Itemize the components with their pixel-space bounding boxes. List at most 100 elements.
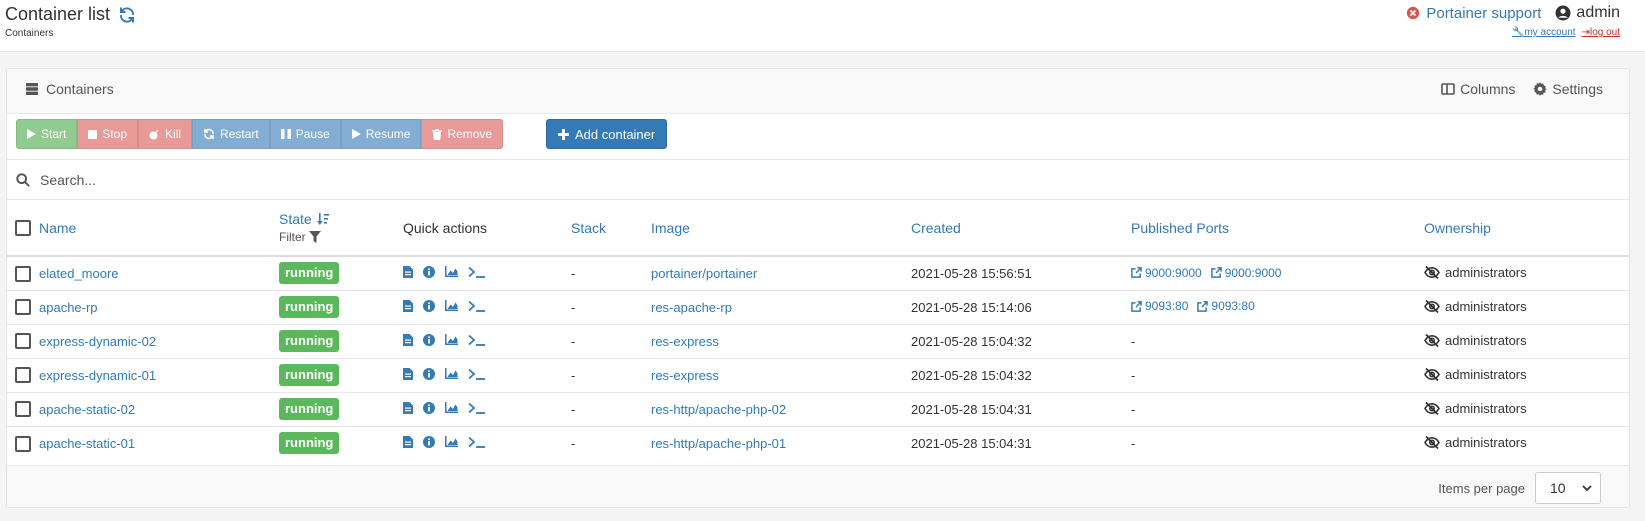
stats-icon[interactable] (445, 334, 458, 345)
refresh-icon (204, 128, 214, 140)
console-icon[interactable] (468, 334, 486, 346)
stats-icon[interactable] (445, 300, 458, 311)
container-name-link[interactable]: apache-rp (39, 300, 98, 315)
support-link[interactable]: Portainer support (1406, 5, 1541, 22)
console-icon[interactable] (468, 436, 486, 448)
action-bar: Start Stop Kill Restart Pause Resume Rem… (7, 114, 1629, 160)
info-icon[interactable] (423, 265, 435, 278)
console-icon[interactable] (468, 402, 486, 414)
published-port-link[interactable]: 9000:9000 (1210, 266, 1281, 280)
created-value: 2021-05-28 15:04:31 (911, 401, 1032, 417)
state-filter[interactable]: Filter (279, 230, 403, 244)
wrench-icon: 🔧 (1511, 27, 1525, 38)
breadcrumb: Containers (5, 28, 54, 39)
restart-button[interactable]: Restart (192, 119, 270, 149)
select-all-checkbox[interactable] (15, 220, 31, 237)
stats-icon[interactable] (445, 266, 458, 278)
resume-button[interactable]: Resume (340, 119, 422, 149)
pause-button[interactable]: Pause (269, 119, 341, 149)
columns-button[interactable]: Columns (1441, 81, 1515, 97)
published-ports-column-header[interactable]: Published Ports (1131, 220, 1229, 236)
start-label: Start (41, 127, 67, 141)
start-button[interactable]: Start (16, 119, 78, 149)
published-ports-empty: - (1131, 333, 1136, 349)
add-container-button[interactable]: Add container (546, 119, 668, 149)
published-ports-cell: - (1131, 324, 1424, 359)
username: admin (1576, 4, 1620, 21)
image-link[interactable]: res-http/apache-php-02 (651, 402, 786, 417)
row-checkbox[interactable] (15, 333, 31, 350)
row-checkbox[interactable] (15, 367, 31, 384)
stack-column-header[interactable]: Stack (571, 220, 606, 236)
logs-icon[interactable] (403, 401, 413, 414)
search-input[interactable] (40, 171, 1540, 188)
my-account-link[interactable]: 🔧my account (1512, 27, 1576, 38)
stop-button[interactable]: Stop (77, 119, 139, 149)
container-name-link[interactable]: express-dynamic-02 (39, 334, 156, 349)
eye-slash-icon (1424, 367, 1440, 381)
info-icon[interactable] (423, 435, 435, 448)
stack-value: - (571, 401, 576, 417)
container-name-link[interactable]: apache-static-02 (39, 402, 135, 417)
ownership-value: administrators (1424, 367, 1527, 382)
row-checkbox[interactable] (15, 435, 31, 452)
container-name-link[interactable]: apache-static-01 (39, 436, 135, 451)
row-checkbox[interactable] (15, 299, 31, 316)
row-checkbox[interactable] (15, 401, 31, 418)
logs-icon[interactable] (403, 367, 413, 380)
ownership-column-header[interactable]: Ownership (1424, 220, 1491, 236)
refresh-icon[interactable] (118, 6, 136, 24)
info-icon[interactable] (423, 299, 435, 312)
remove-label: Remove (447, 127, 493, 141)
stats-icon[interactable] (445, 368, 458, 379)
published-port-link[interactable]: 9093:80 (1131, 299, 1188, 313)
image-link[interactable]: res-express (651, 368, 719, 383)
table-row: apache-static-01 running - res-http/apac… (7, 426, 1629, 460)
ownership-value: administrators (1424, 333, 1527, 348)
stats-icon[interactable] (445, 436, 458, 448)
info-icon[interactable] (423, 401, 435, 414)
kill-button[interactable]: Kill (138, 119, 193, 149)
created-column-header[interactable]: Created (911, 220, 961, 236)
table-header-row: Name State Filter Quick actions Stack Im… (7, 200, 1629, 257)
logs-icon[interactable] (403, 299, 413, 312)
table-footer: Items per page 10 (7, 465, 1629, 507)
settings-button[interactable]: Settings (1533, 81, 1603, 97)
stats-icon[interactable] (445, 402, 458, 413)
logs-icon[interactable] (403, 435, 413, 448)
info-icon[interactable] (423, 333, 435, 346)
image-column-header[interactable]: Image (651, 220, 690, 236)
row-checkbox[interactable] (15, 265, 31, 282)
plus-icon (558, 128, 569, 140)
logs-icon[interactable] (403, 333, 413, 346)
image-link[interactable]: res-apache-rp (651, 300, 732, 315)
console-icon[interactable] (468, 368, 486, 380)
filter-icon (308, 231, 321, 243)
published-port-link[interactable]: 9093:80 (1197, 299, 1255, 313)
image-link[interactable]: res-http/apache-php-01 (651, 436, 786, 451)
state-column-header[interactable]: State (279, 211, 403, 227)
eye-slash-icon (1424, 333, 1440, 347)
page-title-text: Container list (5, 4, 111, 24)
columns-icon (1441, 83, 1455, 95)
external-link-icon (1131, 300, 1142, 312)
container-name-link[interactable]: express-dynamic-01 (39, 368, 156, 383)
logs-icon[interactable] (403, 265, 413, 278)
ownership-value: administrators (1424, 435, 1527, 450)
published-ports-cell: - (1131, 392, 1424, 427)
play-icon (27, 129, 36, 139)
items-per-page-select[interactable]: 10 (1535, 472, 1601, 504)
remove-button[interactable]: Remove (421, 119, 504, 149)
published-port-link[interactable]: 9000:9000 (1131, 266, 1202, 280)
state-header-label: State (279, 211, 312, 227)
image-link[interactable]: portainer/portainer (651, 266, 757, 281)
container-name-link[interactable]: elated_moore (39, 266, 119, 281)
console-icon[interactable] (468, 300, 486, 312)
logout-link[interactable]: ⇥log out (1582, 27, 1620, 38)
info-icon[interactable] (423, 367, 435, 380)
name-column-header[interactable]: Name (39, 220, 76, 236)
console-icon[interactable] (468, 266, 486, 278)
image-link[interactable]: res-express (651, 334, 719, 349)
stack-value: - (571, 367, 576, 383)
quick-actions (403, 299, 486, 312)
